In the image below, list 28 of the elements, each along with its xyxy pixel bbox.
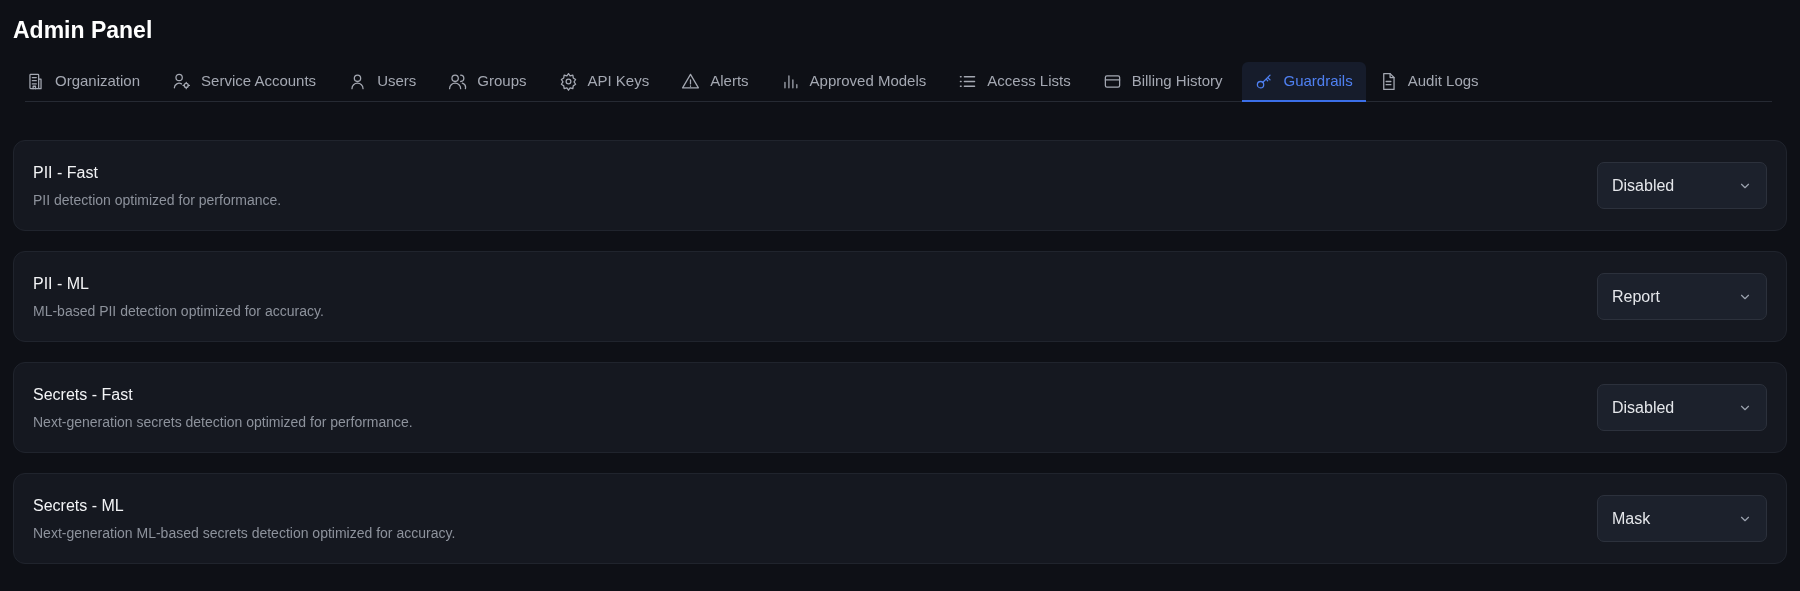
tab[interactable]: Alerts [668,62,762,102]
building-icon [26,71,45,91]
guardrail-name: Secrets - Fast [33,384,134,405]
mode-dropdown[interactable]: Mask [1597,495,1767,542]
user-gear-icon [172,71,192,91]
tab[interactable]: Guardrails [1241,62,1366,102]
mode-dropdown[interactable]: Disabled [1597,384,1767,431]
settings-icon [558,71,578,91]
guardrail-name: PII - ML [33,273,90,294]
tab[interactable]: Groups [435,62,540,102]
tab[interactable]: Organization [13,62,154,102]
mode-dropdown[interactable]: Report [1597,273,1767,320]
guardrail-description: Next-generation secrets detection optimized for performance. [33,412,413,431]
tab[interactable]: Service Accounts [159,62,330,102]
tab[interactable]: Billing History [1089,62,1236,102]
tab[interactable]: Audit Logs [1365,62,1492,102]
guardrail-description: ML-based PII detection optimized for accuracy. [33,301,324,320]
mode-dropdown[interactable]: Disabled [1597,162,1767,209]
guardrail-name: Secrets - ML [33,495,125,516]
warning-icon [681,71,701,91]
guardrail-name: PII - Fast [33,162,99,183]
tab[interactable]: Approved Models [767,62,940,102]
guardrail-description: PII detection optimized for performance. [33,190,282,209]
tab[interactable]: Access Lists [945,62,1084,102]
guardrail-description: Next-generation ML-based secrets detection optimized for accuracy. [33,523,456,542]
page-title: Admin Panel [13,16,153,45]
tab[interactable]: Users [335,62,430,102]
tab[interactable]: API Keys [545,62,663,102]
